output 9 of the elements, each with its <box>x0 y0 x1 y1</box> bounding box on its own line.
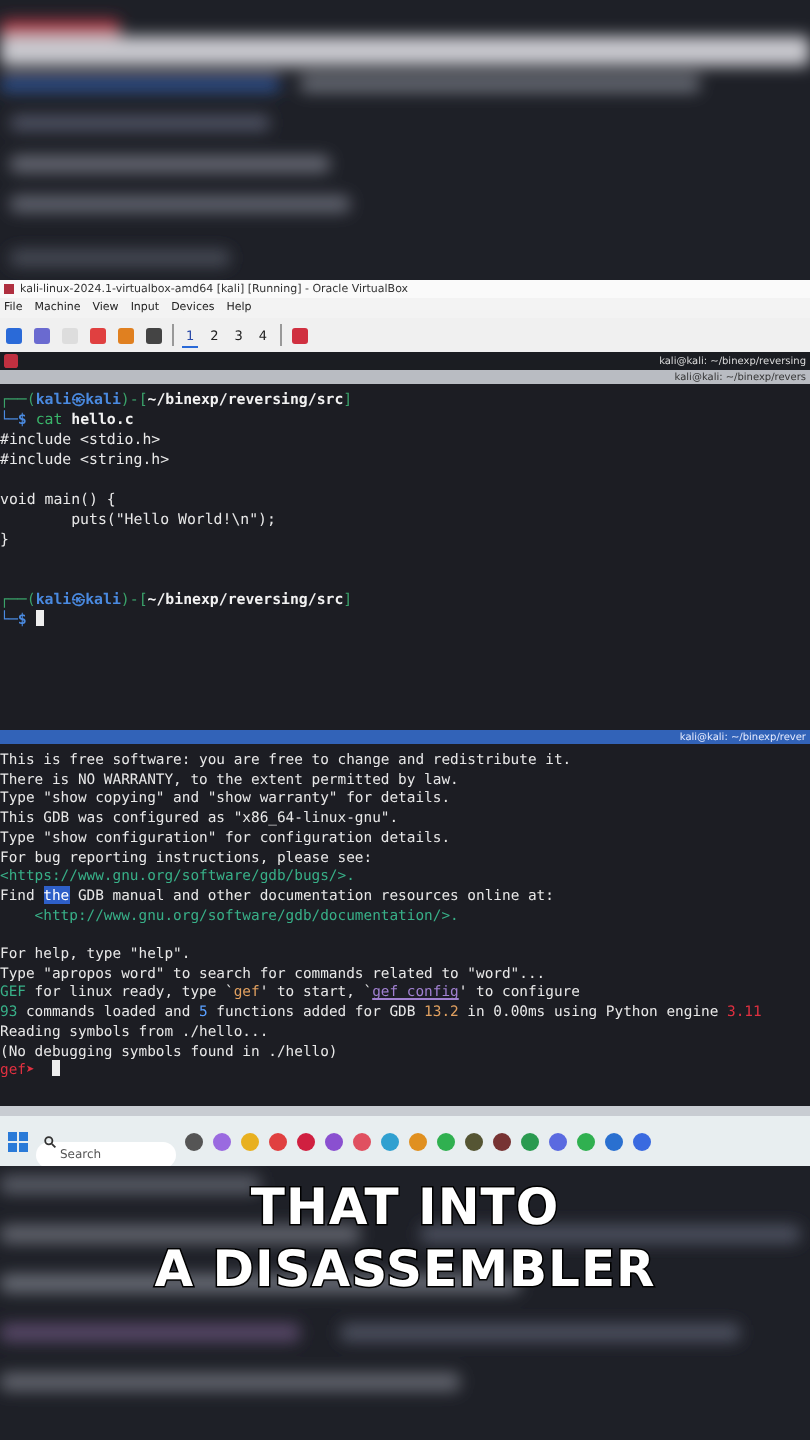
windows-icon[interactable] <box>8 1131 28 1151</box>
app-icon[interactable] <box>289 325 310 345</box>
caption-text: A DISASSEMBLER <box>154 1240 656 1298</box>
terminal-icon <box>4 354 18 368</box>
caption-text: THAT INTO <box>250 1178 560 1236</box>
text-cursor <box>51 1060 60 1077</box>
search-icon <box>44 1135 56 1147</box>
text-cursor <box>35 610 44 626</box>
app-icon <box>4 284 14 294</box>
